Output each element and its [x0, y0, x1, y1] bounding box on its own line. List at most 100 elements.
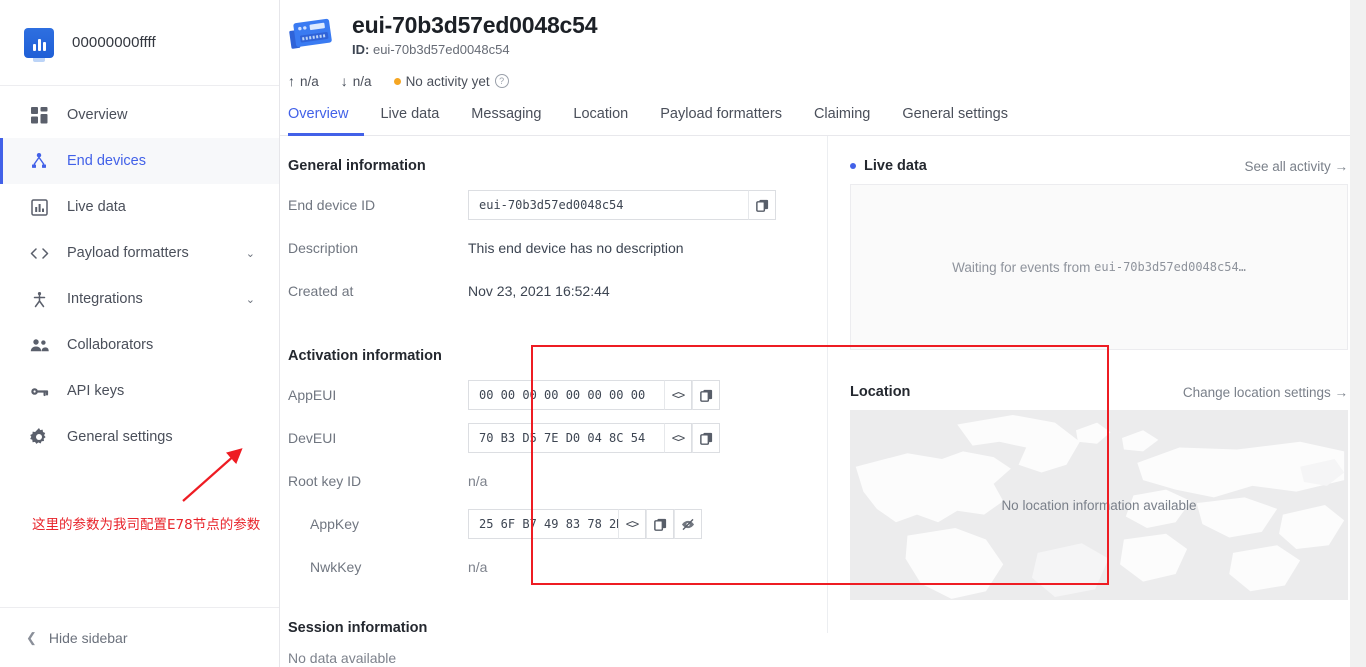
end-device-id-row: End device ID eui-70b3d57ed0048c54	[288, 188, 809, 222]
appkey-label: AppKey	[288, 516, 468, 532]
location-empty-text: No location information available	[1001, 498, 1196, 513]
description-value: This end device has no description	[468, 240, 684, 256]
key-icon	[29, 381, 49, 401]
status-text: No activity yet	[406, 74, 490, 89]
code-brackets-icon	[29, 243, 49, 263]
bar-chart-icon	[29, 197, 49, 217]
live-data-empty-box: Waiting for events from eui-70b3d57ed004…	[850, 184, 1348, 350]
device-id-line: ID: eui-70b3d57ed0048c54	[352, 42, 597, 57]
copy-icon[interactable]	[692, 380, 720, 410]
deveui-row: DevEUI 70 B3 D5 7E D0 04 8C 54 <>	[288, 421, 809, 455]
downlink-value: n/a	[353, 74, 372, 89]
session-information-empty: No data available	[288, 650, 809, 666]
hide-sidebar-button[interactable]: ❮ Hide sidebar	[0, 607, 279, 667]
location-map[interactable]: No location information available	[850, 410, 1348, 600]
sidebar: 00000000ffff Overview End dev	[0, 0, 280, 667]
description-label: Description	[288, 240, 468, 256]
root-key-id-label: Root key ID	[288, 473, 468, 489]
downlink-stat: ↓ n/a	[341, 73, 372, 89]
nwkkey-value: n/a	[468, 559, 487, 575]
root-key-id-value: n/a	[468, 473, 487, 489]
code-brackets-icon[interactable]: <>	[664, 423, 692, 453]
chevron-down-icon[interactable]: ⌄	[246, 293, 255, 306]
left-column: General information End device ID eui-70…	[280, 136, 828, 633]
device-status-row: ↑ n/a ↓ n/a No activity yet ?	[280, 57, 1366, 89]
device-tabs: Overview Live data Messaging Location Pa…	[280, 105, 1366, 136]
console-window: 00000000ffff Overview End dev	[0, 0, 1366, 667]
tab-claiming[interactable]: Claiming	[798, 106, 886, 136]
sidebar-item-collaborators[interactable]: Collaborators	[0, 322, 279, 368]
nwkkey-label: NwkKey	[288, 559, 468, 575]
sidebar-item-live-data[interactable]: Live data	[0, 184, 279, 230]
tab-location[interactable]: Location	[557, 106, 644, 136]
end-device-id-input[interactable]: eui-70b3d57ed0048c54	[468, 190, 748, 220]
sidebar-item-general-settings[interactable]: General settings	[0, 414, 279, 460]
activity-status-badge: No activity yet ?	[394, 74, 509, 89]
tab-messaging[interactable]: Messaging	[455, 106, 557, 136]
sidebar-item-label: Live data	[67, 199, 255, 215]
bar-chart-app-icon	[24, 28, 54, 58]
arrow-up-icon: ↑	[288, 73, 295, 89]
grid-icon	[29, 105, 49, 125]
code-brackets-icon[interactable]: <>	[618, 509, 646, 539]
overview-body: General information End device ID eui-70…	[280, 136, 1366, 633]
live-data-panel-head: Live data See all activity →	[850, 158, 1348, 174]
see-all-activity-link[interactable]: See all activity →	[1244, 159, 1348, 174]
status-dot-icon	[394, 78, 401, 85]
sidebar-item-payload-formatters[interactable]: Payload formatters ⌄	[0, 230, 279, 276]
description-row: Description This end device has no descr…	[288, 231, 809, 265]
application-name: 00000000ffff	[72, 34, 156, 51]
sidebar-app-header[interactable]: 00000000ffff	[0, 0, 279, 86]
vertical-scrollbar-track[interactable]	[1350, 0, 1366, 667]
sidebar-item-label: Overview	[67, 107, 255, 123]
copy-icon[interactable]	[692, 423, 720, 453]
deveui-label: DevEUI	[288, 430, 468, 446]
deveui-input[interactable]: 70 B3 D5 7E D0 04 8C 54	[468, 423, 664, 453]
uplink-stat: ↑ n/a	[288, 73, 319, 89]
tab-payload-formatters[interactable]: Payload formatters	[644, 106, 798, 136]
sidebar-item-api-keys[interactable]: API keys	[0, 368, 279, 414]
main-content: eui-70b3d57ed0048c54 ID: eui-70b3d57ed00…	[280, 0, 1366, 667]
arrow-down-icon: ↓	[341, 73, 348, 89]
activation-information-title: Activation information	[288, 348, 809, 364]
location-panel-title: Location	[850, 384, 910, 400]
appeui-label: AppEUI	[288, 387, 468, 403]
tab-live-data[interactable]: Live data	[364, 106, 455, 136]
tab-general-settings[interactable]: General settings	[886, 106, 1024, 136]
chevron-down-icon[interactable]: ⌄	[246, 247, 255, 260]
sidebar-item-end-devices[interactable]: End devices	[0, 138, 279, 184]
created-at-row: Created at Nov 23, 2021 16:52:44	[288, 274, 809, 308]
sidebar-item-overview[interactable]: Overview	[0, 92, 279, 138]
live-data-title-text: Live data	[864, 158, 927, 174]
sidebar-item-label: End devices	[67, 153, 255, 169]
nwkkey-row: NwkKey n/a	[288, 550, 809, 584]
lora-module-icon	[288, 16, 336, 56]
page-title: eui-70b3d57ed0048c54	[352, 12, 597, 38]
copy-icon[interactable]	[646, 509, 674, 539]
appeui-row: AppEUI 00 00 00 00 00 00 00 00 <>	[288, 378, 809, 412]
code-brackets-icon[interactable]: <>	[664, 380, 692, 410]
general-information-title: General information	[288, 158, 809, 174]
annotation-note-text: 这里的参数为我司配置E78节点的参数	[32, 513, 260, 533]
sidebar-item-label: General settings	[67, 429, 255, 445]
appeui-input[interactable]: 00 00 00 00 00 00 00 00	[468, 380, 664, 410]
sidebar-item-integrations[interactable]: Integrations ⌄	[0, 276, 279, 322]
appeui-field: 00 00 00 00 00 00 00 00 <>	[468, 380, 720, 410]
right-column: Live data See all activity → Waiting for…	[828, 136, 1366, 633]
root-key-id-row: Root key ID n/a	[288, 464, 809, 498]
end-device-id-field: eui-70b3d57ed0048c54	[468, 190, 776, 220]
appkey-input[interactable]: 25 6F B7 49 83 78 2D 0D 74 8D FE E2 0…	[468, 509, 618, 539]
copy-icon[interactable]	[748, 190, 776, 220]
tab-overview[interactable]: Overview	[288, 106, 364, 136]
created-at-value: Nov 23, 2021 16:52:44	[468, 283, 610, 299]
appkey-row: AppKey 25 6F B7 49 83 78 2D 0D 74 8D FE …	[288, 507, 809, 541]
deveui-field: 70 B3 D5 7E D0 04 8C 54 <>	[468, 423, 720, 453]
device-id-value: eui-70b3d57ed0048c54	[373, 42, 510, 57]
chevron-left-icon: ❮	[26, 630, 37, 646]
created-at-label: Created at	[288, 283, 468, 299]
session-information-title: Session information	[288, 620, 809, 636]
question-circle-icon[interactable]: ?	[495, 74, 509, 88]
eye-off-icon[interactable]	[674, 509, 702, 539]
blue-dot-icon	[850, 163, 856, 169]
change-location-settings-link[interactable]: Change location settings →	[1183, 385, 1348, 400]
